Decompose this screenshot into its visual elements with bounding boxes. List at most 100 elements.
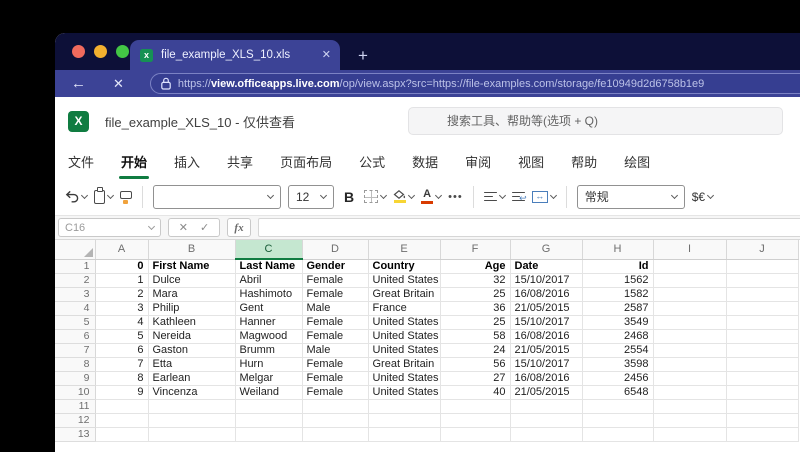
cell-D12[interactable]: [302, 413, 369, 428]
row-header-11[interactable]: 11: [55, 399, 96, 414]
cell-A8[interactable]: 7: [95, 357, 149, 372]
cell-G3[interactable]: 16/08/2016: [510, 287, 583, 302]
cell-H5[interactable]: 3549: [582, 315, 654, 330]
menu-tab-绘图[interactable]: 绘图: [624, 152, 650, 171]
cell-D7[interactable]: Male: [302, 343, 369, 358]
cell-C1[interactable]: Last Name: [235, 259, 303, 274]
cell-F4[interactable]: 36: [440, 301, 511, 316]
cell-J7[interactable]: [726, 343, 799, 358]
back-button[interactable]: ←: [71, 76, 86, 91]
column-header-F[interactable]: F: [440, 240, 511, 260]
undo-button[interactable]: [64, 190, 89, 203]
cell-I11[interactable]: [653, 399, 727, 414]
cell-C10[interactable]: Weiland: [235, 385, 303, 400]
close-window-button[interactable]: [72, 45, 85, 58]
cell-F13[interactable]: [440, 427, 511, 442]
cell-B10[interactable]: Vincenza: [148, 385, 236, 400]
cell-G4[interactable]: 21/05/2015: [510, 301, 583, 316]
cell-A2[interactable]: 1: [95, 273, 149, 288]
cell-A3[interactable]: 2: [95, 287, 149, 302]
cell-I4[interactable]: [653, 301, 727, 316]
cell-E1[interactable]: Country: [368, 259, 441, 274]
cell-D4[interactable]: Male: [302, 301, 369, 316]
cell-H3[interactable]: 1582: [582, 287, 654, 302]
cell-G1[interactable]: Date: [510, 259, 583, 274]
cell-D10[interactable]: Female: [302, 385, 369, 400]
cell-G9[interactable]: 16/08/2016: [510, 371, 583, 386]
cell-B13[interactable]: [148, 427, 236, 442]
cell-B8[interactable]: Etta: [148, 357, 236, 372]
cell-F8[interactable]: 56: [440, 357, 511, 372]
row-header-13[interactable]: 13: [55, 427, 96, 442]
cell-A5[interactable]: 4: [95, 315, 149, 330]
cell-H8[interactable]: 3598: [582, 357, 654, 372]
cell-D13[interactable]: [302, 427, 369, 442]
cell-G12[interactable]: [510, 413, 583, 428]
cell-D11[interactable]: [302, 399, 369, 414]
cell-H13[interactable]: [582, 427, 654, 442]
cell-F1[interactable]: Age: [440, 259, 511, 274]
cell-F9[interactable]: 27: [440, 371, 511, 386]
cell-H9[interactable]: 2456: [582, 371, 654, 386]
row-header-5[interactable]: 5: [55, 315, 96, 330]
row-header-4[interactable]: 4: [55, 301, 96, 316]
cell-E2[interactable]: United States: [368, 273, 441, 288]
cell-J12[interactable]: [726, 413, 799, 428]
cell-F6[interactable]: 58: [440, 329, 511, 344]
zoom-window-button[interactable]: [116, 45, 129, 58]
row-header-12[interactable]: 12: [55, 413, 96, 428]
cell-F7[interactable]: 24: [440, 343, 511, 358]
fill-color-button[interactable]: [393, 190, 416, 203]
cell-B5[interactable]: Kathleen: [148, 315, 236, 330]
cell-J3[interactable]: [726, 287, 799, 302]
cell-A4[interactable]: 3: [95, 301, 149, 316]
row-header-1[interactable]: 1: [55, 259, 96, 274]
cell-F10[interactable]: 40: [440, 385, 511, 400]
column-header-C[interactable]: C: [235, 240, 303, 260]
cell-I5[interactable]: [653, 315, 727, 330]
row-header-3[interactable]: 3: [55, 287, 96, 302]
cell-I2[interactable]: [653, 273, 727, 288]
currency-format-button[interactable]: $€: [692, 190, 715, 204]
cell-B1[interactable]: First Name: [148, 259, 236, 274]
cell-E9[interactable]: United States: [368, 371, 441, 386]
cell-A10[interactable]: 9: [95, 385, 149, 400]
cell-A6[interactable]: 5: [95, 329, 149, 344]
cell-D6[interactable]: Female: [302, 329, 369, 344]
cell-F11[interactable]: [440, 399, 511, 414]
cell-G6[interactable]: 16/08/2016: [510, 329, 583, 344]
cell-B9[interactable]: Earlean: [148, 371, 236, 386]
cell-H1[interactable]: Id: [582, 259, 654, 274]
cell-H6[interactable]: 2468: [582, 329, 654, 344]
cell-J1[interactable]: [726, 259, 799, 274]
cell-B4[interactable]: Philip: [148, 301, 236, 316]
cell-I9[interactable]: [653, 371, 727, 386]
cell-I3[interactable]: [653, 287, 727, 302]
cell-I12[interactable]: [653, 413, 727, 428]
cell-D1[interactable]: Gender: [302, 259, 369, 274]
cell-A13[interactable]: [95, 427, 149, 442]
cell-G10[interactable]: 21/05/2015: [510, 385, 583, 400]
format-painter-button[interactable]: [120, 190, 132, 204]
column-header-J[interactable]: J: [726, 240, 799, 260]
cell-E4[interactable]: France: [368, 301, 441, 316]
cell-A12[interactable]: [95, 413, 149, 428]
font-color-button[interactable]: A: [421, 189, 443, 204]
cell-A7[interactable]: 6: [95, 343, 149, 358]
bold-button[interactable]: B: [344, 189, 354, 205]
cell-B6[interactable]: Nereida: [148, 329, 236, 344]
cell-F3[interactable]: 25: [440, 287, 511, 302]
cell-C7[interactable]: Brumm: [235, 343, 303, 358]
cell-H12[interactable]: [582, 413, 654, 428]
column-header-A[interactable]: A: [95, 240, 149, 260]
number-format-select[interactable]: 常规: [576, 184, 685, 209]
menu-tab-视图[interactable]: 视图: [518, 152, 544, 171]
row-header-8[interactable]: 8: [55, 357, 96, 372]
cell-E3[interactable]: Great Britain: [368, 287, 441, 302]
cell-C8[interactable]: Hurn: [235, 357, 303, 372]
column-header-H[interactable]: H: [582, 240, 654, 260]
menu-tab-审阅[interactable]: 审阅: [465, 152, 491, 171]
cell-E7[interactable]: United States: [368, 343, 441, 358]
more-options-button[interactable]: •••: [448, 191, 463, 203]
cell-C6[interactable]: Magwood: [235, 329, 303, 344]
